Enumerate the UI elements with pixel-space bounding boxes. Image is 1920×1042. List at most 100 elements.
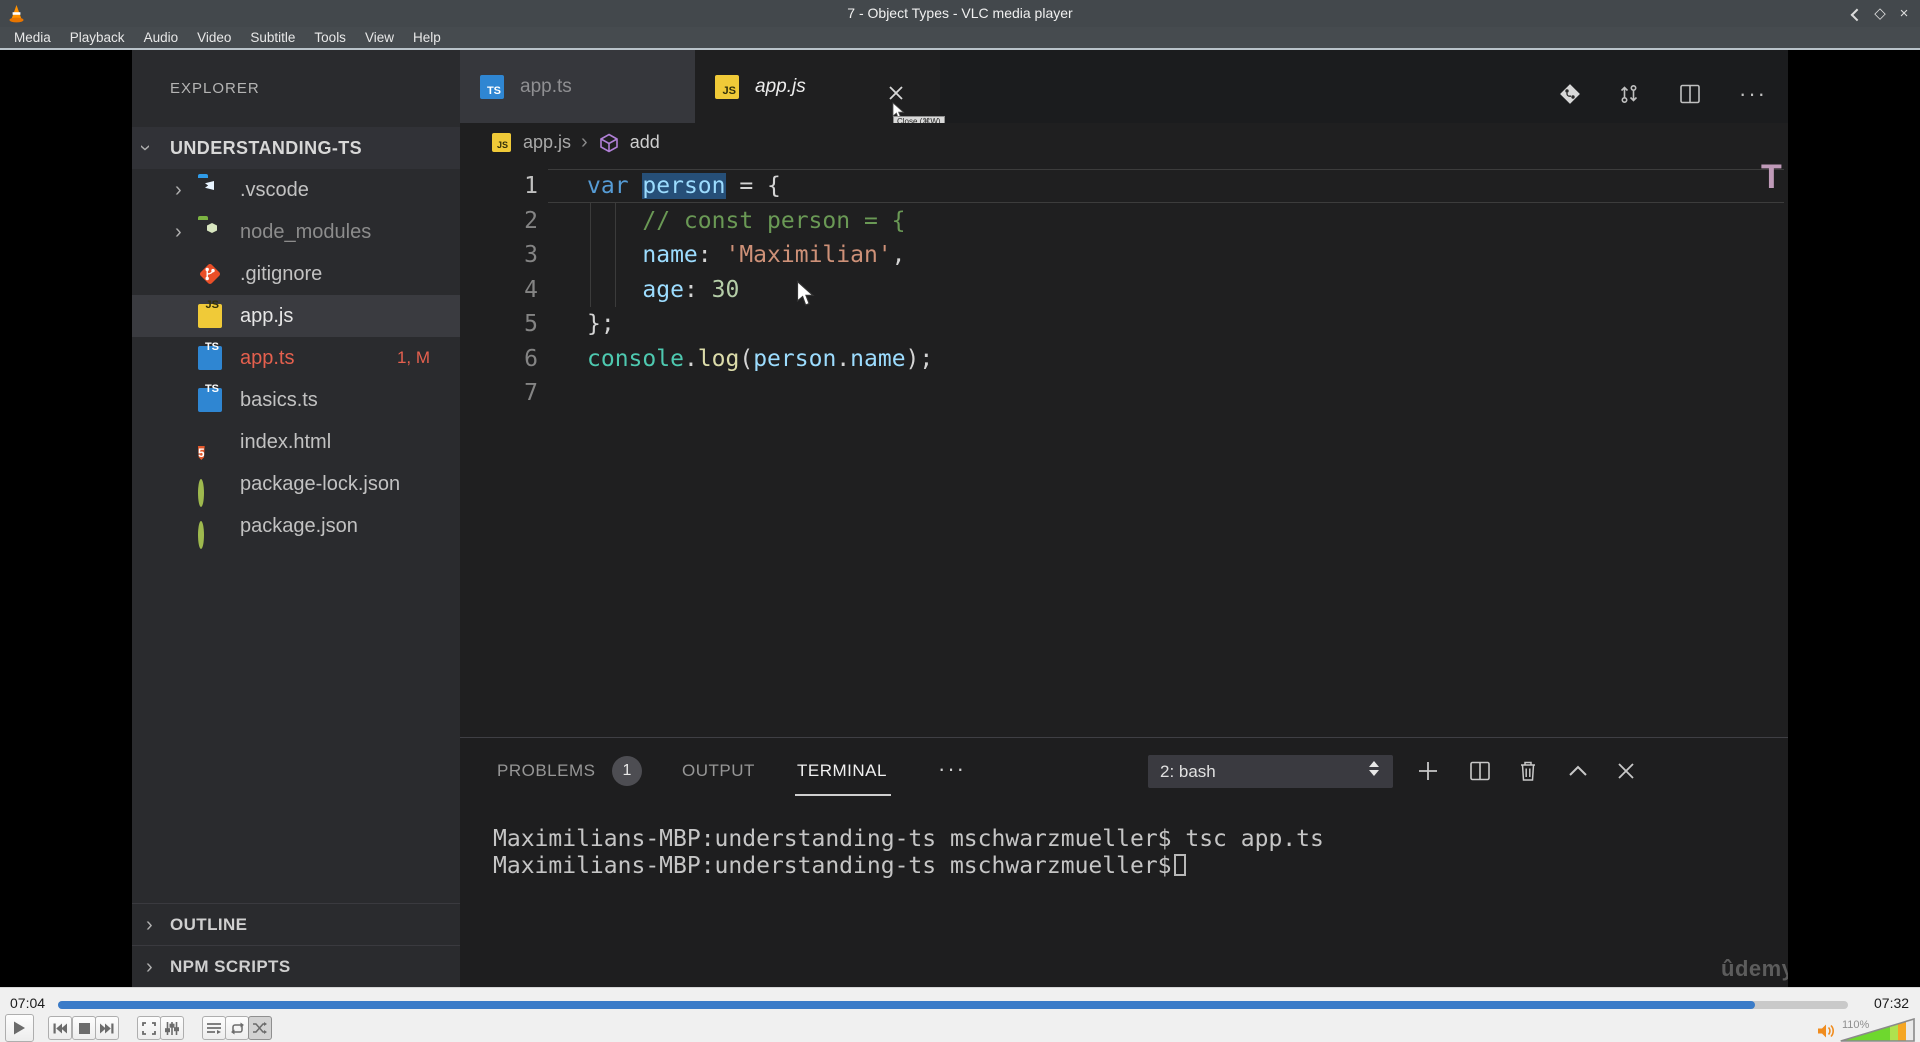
chevron-right-icon: › — [175, 179, 182, 201]
mouse-cursor-arrow — [796, 280, 815, 307]
panel-more-icon[interactable]: ··· — [938, 756, 966, 782]
volume-slider[interactable] — [1840, 1018, 1915, 1042]
json-file-icon — [198, 514, 204, 556]
menu-video[interactable]: Video — [197, 30, 231, 45]
menu-media[interactable]: Media — [14, 30, 51, 45]
code-editor[interactable]: 1 var person = { 2 // const person = { 3… — [460, 158, 1788, 737]
shuffle-button[interactable] — [248, 1016, 272, 1040]
problems-count-badge: 1 — [612, 756, 642, 786]
menu-playback[interactable]: Playback — [70, 30, 125, 45]
split-terminal-icon[interactable] — [1467, 758, 1493, 784]
symbol-cube-icon — [598, 132, 620, 154]
javascript-file-icon: JS — [715, 74, 739, 99]
vlc-menubar: Media Playback Audio Video Subtitle Tool… — [0, 27, 1920, 50]
active-tab-underline — [795, 794, 891, 796]
total-time: 07:32 — [1874, 995, 1910, 1011]
minimize-button[interactable] — [1844, 0, 1866, 27]
chevron-right-icon: › — [581, 131, 588, 153]
terminal-cursor — [1173, 854, 1186, 876]
extended-settings-button[interactable] — [160, 1016, 184, 1040]
menu-view[interactable]: View — [365, 30, 394, 45]
close-panel-icon[interactable] — [1613, 758, 1639, 784]
chevron-right-icon: › — [146, 956, 154, 978]
next-button[interactable] — [95, 1016, 119, 1040]
file-row-gitignore[interactable]: .gitignore — [132, 253, 460, 295]
chevron-right-icon: › — [175, 221, 182, 243]
file-row-package-lock[interactable]: package-lock.json — [132, 463, 460, 507]
tab-app-ts[interactable]: TS app.ts — [460, 50, 695, 123]
code-line-6: 6 console.log(person.name); — [524, 345, 934, 372]
chevron-right-icon: › — [146, 914, 154, 936]
volume-speaker-icon[interactable] — [1818, 1023, 1836, 1039]
chevron-down-icon: › — [134, 144, 157, 152]
seek-bar[interactable] — [58, 1001, 1848, 1009]
npm-scripts-section[interactable]: › NPM SCRIPTS — [132, 945, 460, 987]
breadcrumb-file[interactable]: app.js — [523, 132, 571, 153]
terminal-output[interactable]: Maximilians-MBP:understanding-ts mschwar… — [493, 826, 1324, 880]
vscode-window: EXPLORER › UNDERSTANDING-TS › .vscode › … — [132, 50, 1788, 987]
seek-bar-fill — [58, 1001, 1755, 1009]
udemy-watermark: ûdemy — [1721, 956, 1788, 981]
maximize-button[interactable]: ◇ — [1869, 0, 1891, 27]
stop-button[interactable] — [72, 1016, 96, 1040]
editor-region: TS app.ts JS app.js Close (⌘W) ··· JS ap… — [460, 50, 1788, 987]
explorer-sidebar: EXPLORER › UNDERSTANDING-TS › .vscode › … — [132, 50, 460, 987]
file-row-node-modules[interactable]: › node_modules — [132, 211, 460, 253]
more-actions-icon[interactable]: ··· — [1736, 80, 1770, 108]
previous-button[interactable] — [48, 1016, 72, 1040]
problems-modified-badge: 1, M — [396, 348, 430, 367]
javascript-file-icon: JS — [492, 133, 511, 152]
tab-output[interactable]: OUTPUT — [682, 750, 755, 796]
vlc-control-bar: 07:04 07:32 110% — [0, 987, 1920, 1042]
code-line-1: 1 var person = { — [524, 173, 781, 199]
video-area[interactable]: EXPLORER › UNDERSTANDING-TS › .vscode › … — [0, 50, 1920, 987]
typescript-file-icon: TS — [480, 74, 504, 99]
video-overlay-letter: T — [1761, 158, 1782, 196]
select-arrows-icon — [1369, 761, 1379, 776]
code-line-5: 5 }; — [524, 311, 615, 337]
file-row-vscode[interactable]: › .vscode — [132, 169, 460, 211]
maximize-panel-icon[interactable] — [1565, 758, 1591, 784]
breadcrumb[interactable]: JS app.js › add — [460, 123, 1788, 162]
typescript-file-icon: TS — [198, 383, 222, 412]
file-row-basics-ts[interactable]: TS basics.ts — [132, 379, 460, 421]
play-button[interactable] — [5, 1014, 34, 1042]
vlc-window: 7 - Object Types - VLC media player ◇ × … — [0, 0, 1920, 1042]
explorer-header: EXPLORER — [170, 80, 260, 97]
menu-tools[interactable]: Tools — [314, 30, 346, 45]
code-line-2: 2 // const person = { — [524, 207, 906, 234]
window-title: 7 - Object Types - VLC media player — [847, 5, 1073, 21]
vlc-titlebar: 7 - Object Types - VLC media player ◇ × — [0, 0, 1920, 27]
outline-section[interactable]: › OUTLINE — [132, 903, 460, 945]
fullscreen-button[interactable] — [137, 1016, 161, 1040]
breadcrumb-symbol[interactable]: add — [630, 132, 660, 153]
open-changes-icon[interactable] — [1556, 80, 1584, 108]
bottom-panel: PROBLEMS 1 OUTPUT TERMINAL ··· 2: bash M… — [460, 737, 1788, 987]
editor-tabstrip: TS app.ts JS app.js Close (⌘W) ··· — [460, 50, 1788, 128]
code-line-4: 4 age: 30 — [524, 276, 740, 303]
code-line-3: 3 name: 'Maximilian', — [524, 242, 906, 268]
file-row-index-html[interactable]: 5 index.html — [132, 421, 460, 463]
project-section-header[interactable]: › UNDERSTANDING-TS — [132, 127, 460, 169]
file-row-package-json[interactable]: package.json — [132, 505, 460, 549]
synchronize-changes-icon[interactable] — [1615, 80, 1643, 108]
menu-subtitle[interactable]: Subtitle — [250, 30, 295, 45]
tab-problems[interactable]: PROBLEMS — [497, 750, 595, 796]
split-editor-icon[interactable] — [1676, 80, 1704, 108]
javascript-file-icon: JS — [198, 299, 222, 328]
git-file-icon — [198, 262, 222, 286]
menu-audio[interactable]: Audio — [144, 30, 179, 45]
menu-help[interactable]: Help — [413, 30, 441, 45]
code-line-7: 7 — [524, 380, 538, 406]
typescript-file-icon: TS — [198, 341, 222, 370]
loop-button[interactable] — [225, 1016, 249, 1040]
terminal-shell-select[interactable]: 2: bash — [1148, 755, 1393, 788]
elapsed-time: 07:04 — [10, 995, 46, 1011]
file-row-app-ts[interactable]: TS app.ts 1, M — [132, 337, 460, 379]
close-window-button[interactable]: × — [1893, 0, 1915, 27]
new-terminal-icon[interactable] — [1415, 758, 1441, 784]
kill-terminal-trash-icon[interactable] — [1515, 758, 1541, 784]
playlist-button[interactable] — [202, 1016, 226, 1040]
file-row-app-js[interactable]: JS app.js — [132, 295, 460, 337]
tab-terminal[interactable]: TERMINAL — [797, 750, 887, 796]
